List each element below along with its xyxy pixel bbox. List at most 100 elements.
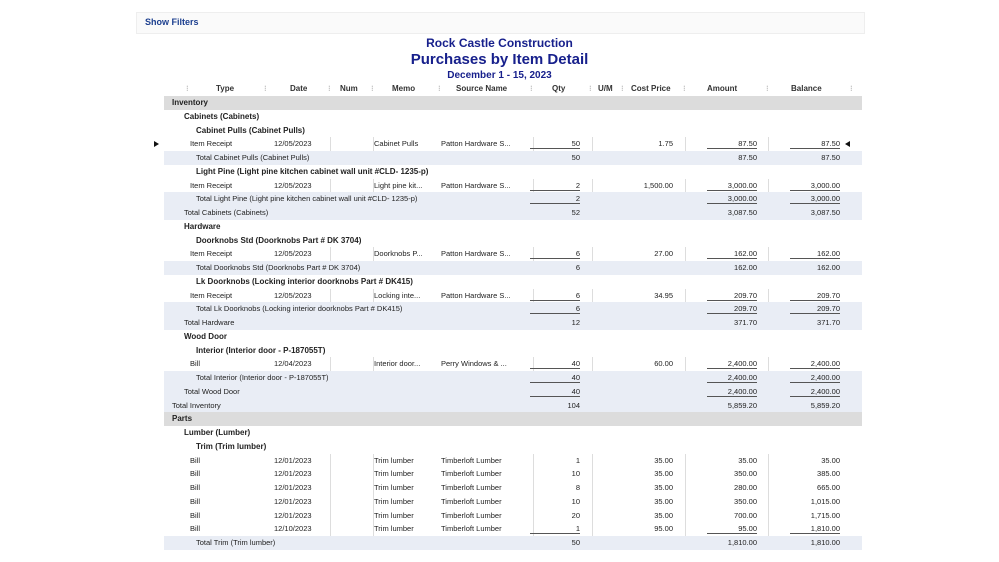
cell-amount: 371.70 (734, 318, 757, 327)
column-grid-line (533, 481, 534, 495)
cell-qty: 40 (530, 373, 580, 383)
col-qty[interactable]: Qty (552, 84, 565, 93)
column-grid-line (533, 494, 534, 509)
column-divider[interactable]: ⁝ (371, 84, 374, 93)
group-header-row[interactable]: Inventory (164, 96, 862, 110)
column-grid-line (533, 467, 534, 481)
group-header-row[interactable]: Doorknobs Std (Doorknobs Part # DK 3704) (164, 234, 862, 248)
group-header-row[interactable]: Parts (164, 412, 862, 426)
col-um[interactable]: U/M (598, 84, 613, 93)
cell-qty: 2 (530, 194, 580, 205)
group-header-row[interactable]: Light Pine (Light pine kitchen cabinet w… (164, 165, 862, 179)
cell-memo: Trim lumber (374, 524, 414, 534)
table-row[interactable]: Bill 12/04/2023 Interior door... Perry Wind… (164, 357, 862, 371)
column-grid-line (592, 508, 593, 523)
table-row[interactable]: Item Receipt 12/05/2023 Locking inte... Pat… (164, 288, 862, 303)
col-balance[interactable]: Balance (791, 84, 822, 93)
company-name: Rock Castle Construction (426, 36, 573, 50)
cell-qty: 6 (530, 304, 580, 315)
cell-qty: 10 (571, 496, 580, 506)
group-header-row[interactable]: Wood Door (164, 330, 862, 344)
col-date[interactable]: Date (290, 84, 307, 93)
column-divider[interactable]: ⁝ (683, 84, 686, 93)
cell-qty: 20 (571, 510, 580, 520)
column-divider[interactable]: ⁝ (766, 84, 769, 93)
row-label: Lumber (Lumber) (184, 428, 251, 437)
column-divider[interactable]: ⁝ (589, 84, 592, 93)
cell-date: 12/01/2023 (274, 483, 312, 492)
total-row[interactable]: Total Inventory 104 5,859.20 5,859.20 (164, 398, 862, 413)
cell-date: 12/01/2023 (274, 469, 312, 479)
column-grid-line (330, 178, 331, 193)
cell-amount: 35.00 (738, 455, 757, 465)
cell-balance: 3,000.00 (790, 181, 840, 191)
column-divider[interactable]: ⁝ (186, 84, 189, 93)
row-label: Wood Door (184, 331, 227, 341)
group-header-row[interactable]: Lk Doorknobs (Locking interior doorknobs… (164, 275, 862, 289)
column-grid-line (592, 494, 593, 509)
total-row[interactable]: Total Cabinet Pulls (Cabinet Pulls) 50 87.… (164, 151, 862, 165)
column-divider[interactable]: ⁝ (264, 84, 267, 93)
column-grid-line (592, 481, 593, 495)
row-label: Hardware (184, 221, 221, 231)
cell-cost-price: 1.75 (658, 139, 673, 149)
group-header-row[interactable]: Trim (Trim lumber) (164, 440, 862, 454)
table-row[interactable]: Item Receipt 12/05/2023 Doorknobs P... Patt… (164, 247, 862, 261)
total-row[interactable]: Total Cabinets (Cabinets) 52 3,087.50 3,087… (164, 206, 862, 220)
column-divider[interactable]: ⁝ (850, 84, 853, 93)
table-row[interactable]: Bill 12/01/2023 Trim lumber Timberloft Lumb… (164, 494, 862, 509)
show-filters-link[interactable]: Show Filters (145, 17, 199, 27)
column-divider[interactable]: ⁝ (530, 84, 533, 93)
total-row[interactable]: Total Hardware 12 371.70 371.70 (164, 316, 862, 330)
column-divider[interactable]: ⁝ (328, 84, 331, 93)
group-header-row[interactable]: Interior (Interior door - P-187055T) (164, 344, 862, 358)
column-grid-line (533, 453, 534, 468)
total-row[interactable]: Total Interior (Interior door - P-187055… (164, 371, 862, 385)
group-header-row[interactable]: Cabinets (Cabinets) (164, 110, 862, 124)
column-grid-line (768, 522, 769, 536)
cell-type: Bill (190, 359, 201, 369)
cell-balance: 3,000.00 (790, 194, 840, 205)
cell-qty: 6 (575, 263, 580, 272)
table-row[interactable]: Item Receipt 12/05/2023 Cabinet Pulls Patto… (164, 137, 862, 151)
total-row[interactable]: Total Doorknobs Std (Doorknobs Part # DK… (164, 261, 862, 275)
group-header-row[interactable]: Lumber (Lumber) (164, 426, 862, 440)
column-divider[interactable]: ⁝ (621, 84, 624, 93)
cell-qty: 104 (567, 400, 580, 410)
table-row[interactable]: Item Receipt 12/05/2023 Light pine kit... P… (164, 178, 862, 193)
cell-amount: 162.00 (734, 263, 757, 272)
total-row[interactable]: Total Wood Door 40 2,400.00 2,400.00 (164, 384, 862, 399)
col-memo[interactable]: Memo (392, 84, 415, 93)
group-header-row[interactable]: Hardware (164, 220, 862, 234)
table-row[interactable]: Bill 12/01/2023 Trim lumber Timberloft Lumb… (164, 453, 862, 468)
cell-source-name: Patton Hardware S... (441, 249, 511, 259)
col-amount[interactable]: Amount (707, 84, 737, 93)
group-header-row[interactable]: Cabinet Pulls (Cabinet Pulls) (164, 124, 862, 138)
column-grid-line (685, 247, 686, 261)
column-grid-line (592, 467, 593, 481)
col-source-name[interactable]: Source Name (456, 84, 507, 93)
column-grid-line (685, 494, 686, 509)
column-divider[interactable]: ⁝ (438, 84, 441, 93)
total-row[interactable]: Total Lk Doorknobs (Locking interior doo… (164, 302, 862, 316)
table-row[interactable]: Bill 12/01/2023 Trim lumber Timberloft Lumb… (164, 481, 862, 495)
cell-date: 12/01/2023 (274, 455, 312, 465)
cell-type: Item Receipt (190, 290, 233, 300)
row-label: Doorknobs Std (Doorknobs Part # DK 3704) (196, 235, 362, 245)
column-grid-line (768, 178, 769, 193)
table-row[interactable]: Bill 12/10/2023 Trim lumber Timberloft Lumb… (164, 522, 862, 536)
column-grid-line (330, 494, 331, 509)
cell-memo: Trim lumber (374, 469, 414, 479)
cell-qty: 8 (575, 483, 580, 492)
col-num[interactable]: Num (340, 84, 358, 93)
table-row[interactable]: Bill 12/01/2023 Trim lumber Timberloft Lumb… (164, 467, 862, 481)
column-grid-line (685, 481, 686, 495)
total-row[interactable]: Total Light Pine (Light pine kitchen cab… (164, 192, 862, 206)
table-row[interactable]: Bill 12/01/2023 Trim lumber Timberloft Lumb… (164, 508, 862, 523)
column-grid-line (768, 288, 769, 303)
total-row[interactable]: Total Trim (Trim lumber) 50 1,810.00 1,810.… (164, 536, 862, 550)
col-cost-price[interactable]: Cost Price (631, 84, 671, 93)
cell-type: Item Receipt (190, 180, 233, 190)
column-grid-line (330, 453, 331, 468)
col-type[interactable]: Type (216, 84, 234, 93)
